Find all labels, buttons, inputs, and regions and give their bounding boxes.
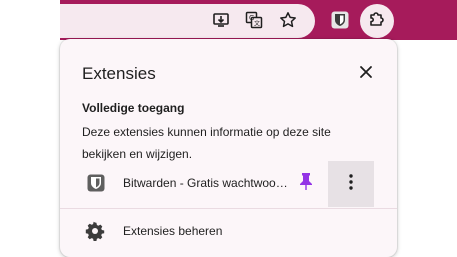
popup-title: Extensies bbox=[82, 64, 156, 83]
close-icon bbox=[359, 65, 373, 84]
gear-icon bbox=[85, 221, 105, 242]
bitwarden-icon[interactable] bbox=[330, 10, 350, 30]
svg-text:文: 文 bbox=[254, 20, 260, 28]
more-vert-icon bbox=[349, 173, 353, 195]
pin-button[interactable] bbox=[296, 172, 316, 195]
full-access-description: Deze extensies kunnen informatie op deze… bbox=[82, 125, 331, 161]
close-button[interactable] bbox=[353, 61, 379, 87]
extensions-button[interactable] bbox=[360, 4, 394, 38]
extensions-popup: Extensies Volledige toegang Deze extensi… bbox=[60, 39, 397, 257]
translate-icon[interactable]: G文 bbox=[244, 10, 264, 30]
more-options-button[interactable] bbox=[328, 161, 374, 207]
install-app-icon[interactable] bbox=[211, 10, 231, 30]
full-access-heading: Volledige toegang bbox=[82, 101, 185, 115]
extensions-puzzle-icon bbox=[367, 9, 387, 34]
address-bar[interactable] bbox=[60, 4, 315, 38]
extension-name: Bitwarden - Gratis wachtwoordbeheerder bbox=[123, 176, 289, 190]
bitwarden-icon bbox=[87, 174, 105, 192]
extension-row-bitwarden[interactable]: Bitwarden - Gratis wachtwoordbeheerder bbox=[60, 161, 397, 207]
manage-extensions-label: Extensies beheren bbox=[123, 224, 223, 238]
manage-extensions-button[interactable]: Extensies beheren bbox=[60, 217, 397, 247]
bookmark-star-icon[interactable] bbox=[278, 10, 298, 30]
divider bbox=[60, 208, 397, 209]
pin-icon bbox=[299, 172, 313, 195]
